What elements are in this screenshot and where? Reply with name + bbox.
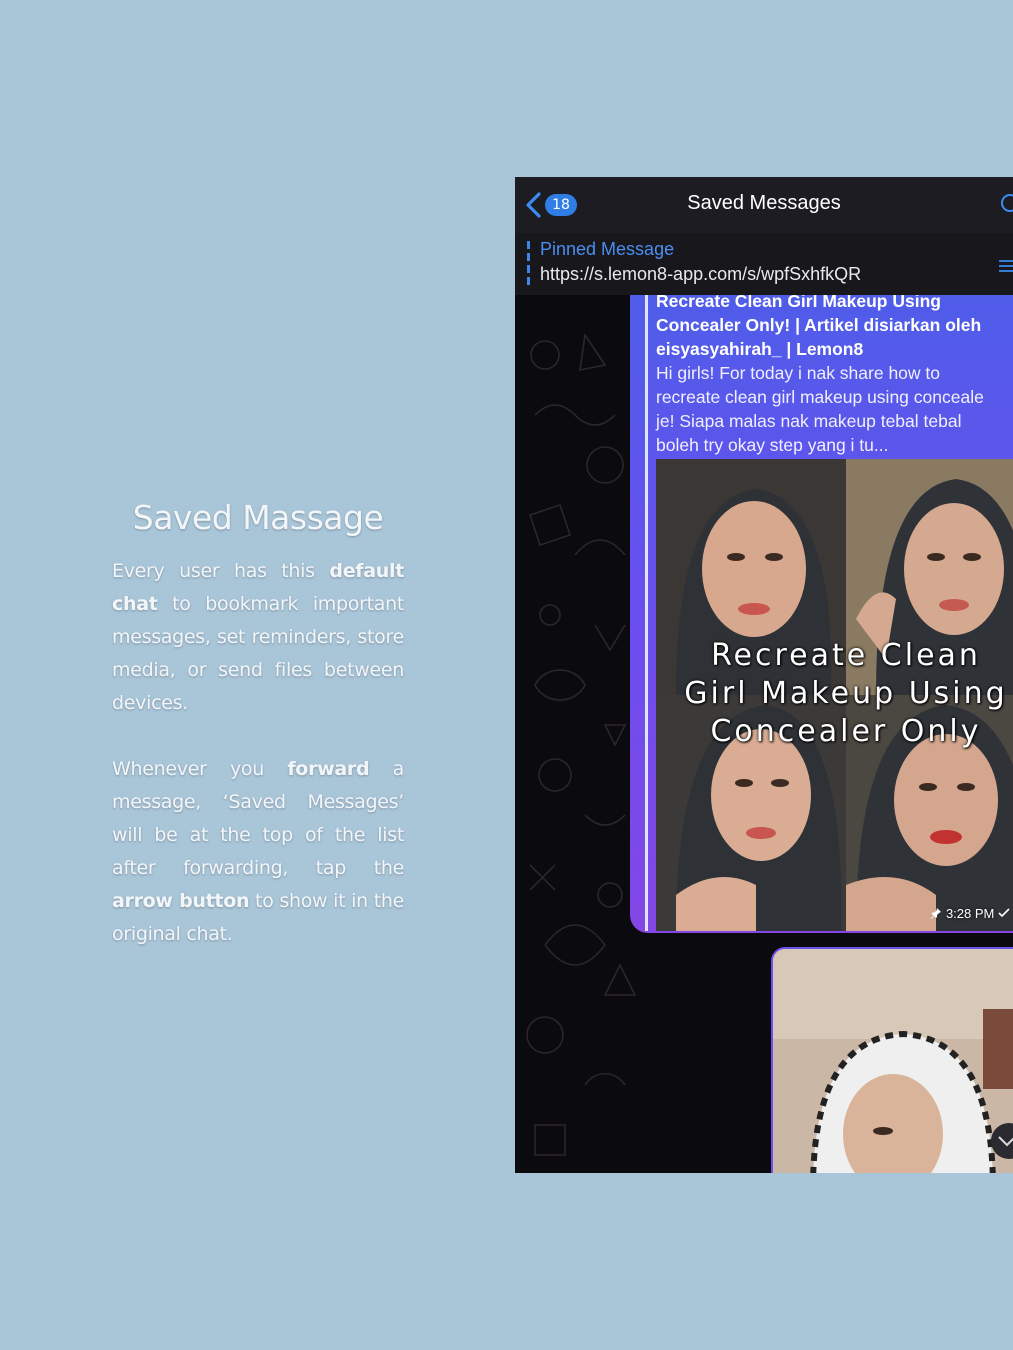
para2-text: Whenever you (112, 758, 288, 780)
message-timestamp: 3:28 PM (930, 906, 1010, 921)
link-preview-image[interactable]: Recreate Clean Girl Makeup Using Conceal… (656, 459, 1013, 931)
preview-overlay-text: Recreate Clean Girl Makeup Using Conceal… (656, 637, 1013, 751)
pin-icon (930, 908, 942, 919)
search-icon[interactable] (999, 193, 1013, 215)
chat-header: 18 Saved Messages (515, 177, 1013, 234)
chevron-down-icon (998, 1136, 1013, 1147)
explainer-panel: Saved Massage Every user has this defaul… (112, 498, 404, 984)
pinned-message-bar[interactable]: Pinned Message https://s.lemon8-app.com/… (515, 233, 1013, 295)
second-message-bubble[interactable] (771, 947, 1013, 1173)
overlay-line: Concealer Only (710, 714, 982, 749)
link-desc-line: Hi girls! For today i nak share how to (656, 363, 941, 383)
read-check-icon (998, 908, 1010, 918)
link-title-line: eisyasyahirah_ | Lemon8 (656, 339, 864, 359)
pinned-indicator (527, 241, 530, 287)
phone-screenshot: Recreate Clean Girl Makeup Using Conceal… (515, 177, 1013, 1173)
pinned-list-icon[interactable] (999, 259, 1013, 273)
para2-bold-text: arrow button (112, 890, 250, 912)
chat-title: Saved Messages (687, 192, 841, 214)
link-preview-title[interactable]: Recreate Clean Girl Makeup Using Conceal… (656, 289, 1013, 361)
doodle-pattern (526, 332, 637, 1156)
link-quote-bar (645, 295, 648, 931)
overlay-line: Recreate Clean (711, 638, 981, 673)
link-desc-line: recreate clean girl makeup using conceal… (656, 387, 984, 407)
link-title-line: Concealer Only! | Artikel disiarkan oleh (656, 315, 982, 335)
pinned-url: https://s.lemon8-app.com/s/wpfSxhfkQR (540, 264, 862, 284)
message-time: 3:28 PM (945, 906, 995, 921)
para1-text: Every user has this (112, 560, 330, 582)
second-message-photo (773, 949, 1013, 1173)
link-desc-line: je! Siapa malas nak makeup tebal tebal (656, 411, 962, 431)
message-bubble[interactable]: Recreate Clean Girl Makeup Using Conceal… (630, 291, 1013, 933)
overlay-line: Girl Makeup Using (684, 676, 1008, 711)
chat-background: Recreate Clean Girl Makeup Using Conceal… (515, 291, 1013, 1173)
explainer-paragraph-2: Whenever you forward a message, ‘Saved M… (112, 753, 404, 951)
explainer-paragraph-1: Every user has this default chat to book… (112, 555, 404, 720)
scroll-down-button[interactable] (991, 1123, 1013, 1159)
para2-bold-text: forward (287, 758, 370, 780)
explainer-heading: Saved Massage (132, 498, 384, 537)
link-desc-line: boleh try okay step yang i tu... (656, 435, 889, 455)
pinned-label: Pinned Message (540, 239, 675, 259)
link-preview-description: Hi girls! For today i nak share how to r… (656, 361, 1013, 457)
